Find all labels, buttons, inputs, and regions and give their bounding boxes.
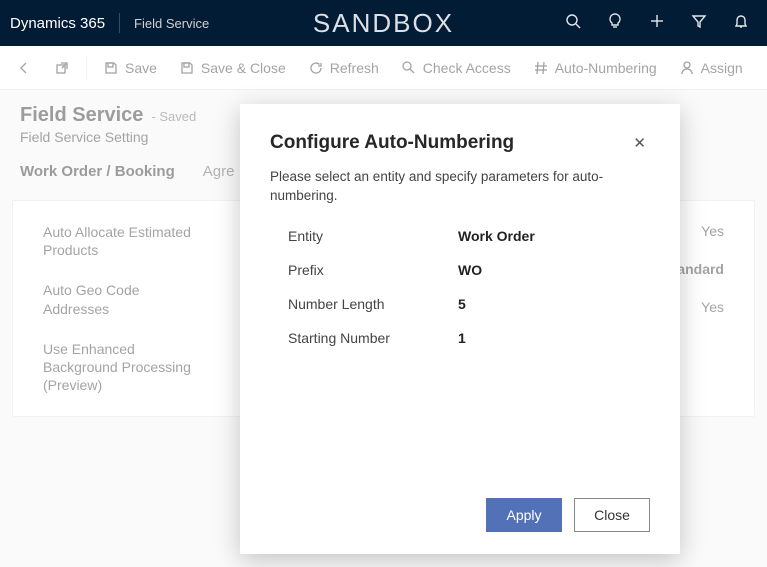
entity-label: Entity xyxy=(288,228,458,244)
field-prefix: Prefix WO xyxy=(288,262,650,278)
length-value[interactable]: 5 xyxy=(458,296,466,312)
module-name[interactable]: Field Service xyxy=(134,16,209,31)
field-start: Starting Number 1 xyxy=(288,330,650,346)
header-left: Dynamics 365 Field Service xyxy=(10,13,209,33)
dialog-fields: Entity Work Order Prefix WO Number Lengt… xyxy=(270,228,650,346)
field-length: Number Length 5 xyxy=(288,296,650,312)
app-title: Dynamics 365 xyxy=(10,15,105,32)
search-icon[interactable] xyxy=(565,13,581,34)
prefix-value[interactable]: WO xyxy=(458,262,482,278)
filter-icon[interactable] xyxy=(691,13,707,34)
start-value[interactable]: 1 xyxy=(458,330,466,346)
field-entity: Entity Work Order xyxy=(288,228,650,244)
start-label: Starting Number xyxy=(288,330,458,346)
dialog-footer: Apply Close xyxy=(270,468,650,532)
dialog-title: Configure Auto-Numbering xyxy=(270,132,514,154)
dialog-description: Please select an entity and specify para… xyxy=(270,168,650,206)
prefix-label: Prefix xyxy=(288,262,458,278)
close-button[interactable]: Close xyxy=(574,498,650,532)
environment-badge: SANDBOX xyxy=(313,8,454,39)
entity-value[interactable]: Work Order xyxy=(458,228,535,244)
auto-numbering-dialog: Configure Auto-Numbering ✕ Please select… xyxy=(240,104,680,554)
global-header: Dynamics 365 Field Service SANDBOX xyxy=(0,0,767,46)
close-icon[interactable]: ✕ xyxy=(629,132,650,154)
bell-icon[interactable] xyxy=(733,13,749,34)
header-actions xyxy=(565,13,757,34)
lightbulb-icon[interactable] xyxy=(607,13,623,34)
plus-icon[interactable] xyxy=(649,13,665,34)
length-label: Number Length xyxy=(288,296,458,312)
apply-button[interactable]: Apply xyxy=(486,498,562,532)
header-divider xyxy=(119,13,120,33)
